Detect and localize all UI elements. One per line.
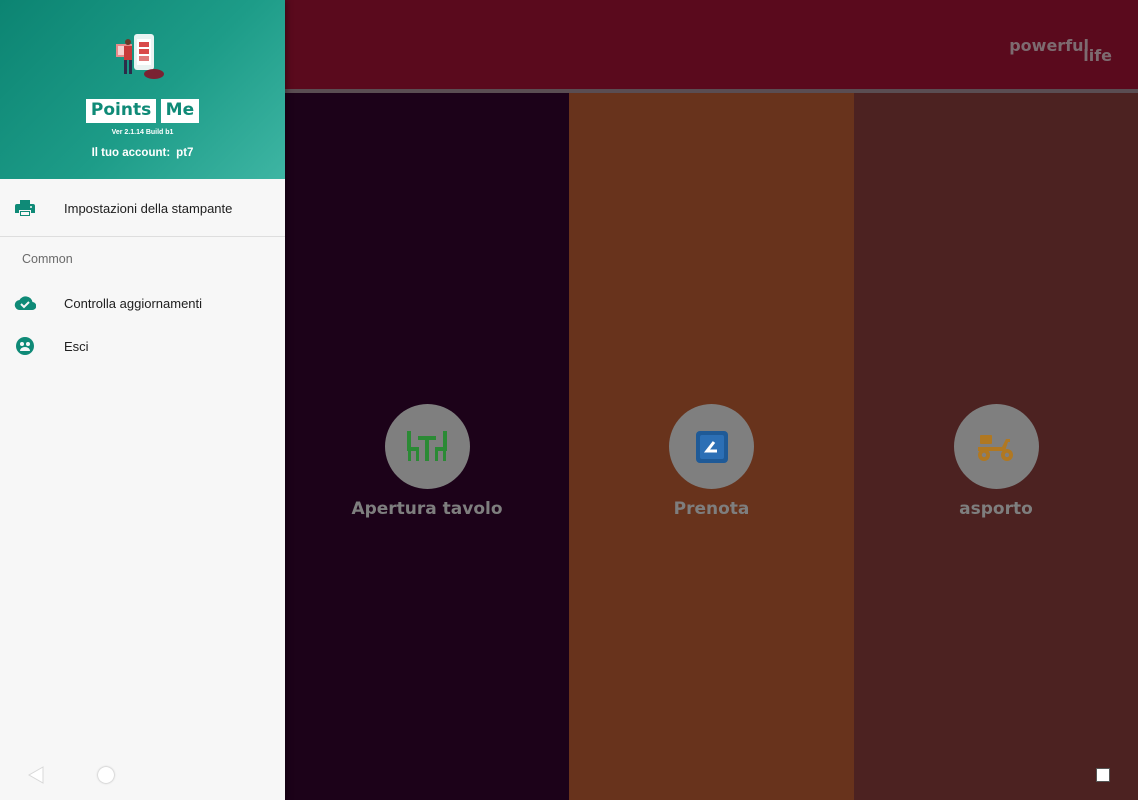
app-logo: Points Me: [0, 99, 285, 123]
table-chairs-icon: [407, 430, 447, 461]
logo-word-1: Points: [85, 99, 157, 123]
account-label: Il tuo account:: [91, 147, 171, 159]
main-content: powerful life Apertura tavolo Prenota as…: [285, 0, 1138, 800]
prenota-button[interactable]: Prenota: [569, 404, 854, 519]
panel-prenota[interactable]: Prenota: [569, 93, 854, 800]
back-nav-icon[interactable]: [28, 766, 44, 784]
calendar-icon: [695, 430, 728, 463]
app-illustration-icon: [116, 34, 164, 79]
drawer-item-logout[interactable]: Esci: [0, 328, 285, 364]
apertura-tavolo-label: Apertura tavolo: [351, 499, 503, 519]
asporto-button[interactable]: asporto: [854, 404, 1138, 519]
drawer-item-label: Esci: [64, 338, 89, 354]
prenota-circle[interactable]: [669, 404, 754, 489]
apertura-tavolo-button[interactable]: Apertura tavolo: [285, 404, 569, 519]
account-value: pt7: [176, 147, 194, 159]
brand-logo: powerful life: [1009, 38, 1112, 64]
cloud-check-icon: [14, 292, 36, 314]
section-title-common: Common: [22, 252, 73, 266]
logo-word-2: Me: [160, 99, 200, 123]
asporto-circle[interactable]: [953, 404, 1039, 489]
panel-apertura-tavolo[interactable]: Apertura tavolo: [285, 93, 569, 800]
brand-line2: life: [1083, 46, 1112, 65]
account-info: Il tuo account: pt7: [0, 147, 285, 159]
home-nav-button[interactable]: [98, 767, 114, 783]
drawer-item-label: Controlla aggiornamenti: [64, 295, 203, 311]
drawer-item-printer-settings[interactable]: Impostazioni della stampante: [0, 190, 285, 226]
prenota-label: Prenota: [673, 499, 750, 519]
printer-icon: [14, 197, 36, 219]
drawer-item-check-updates[interactable]: Controlla aggiornamenti: [0, 285, 285, 321]
navigation-drawer: Points Me Ver 2.1.14 Build b1 Il tuo acc…: [0, 0, 285, 800]
asporto-label: asporto: [959, 499, 1033, 519]
apertura-tavolo-circle[interactable]: [384, 404, 470, 489]
top-bar: powerful life: [285, 0, 1138, 89]
version-text: Ver 2.1.14 Build b1: [111, 129, 174, 136]
drawer-header: Points Me Ver 2.1.14 Build b1 Il tuo acc…: [0, 0, 285, 179]
drawer-divider: [0, 236, 285, 237]
logout-icon: [14, 335, 36, 357]
drawer-item-label: Impostazioni della stampante: [64, 200, 233, 216]
recent-apps-button[interactable]: [1096, 768, 1110, 782]
scooter-icon: [978, 434, 1013, 461]
panel-asporto[interactable]: asporto: [854, 93, 1138, 800]
